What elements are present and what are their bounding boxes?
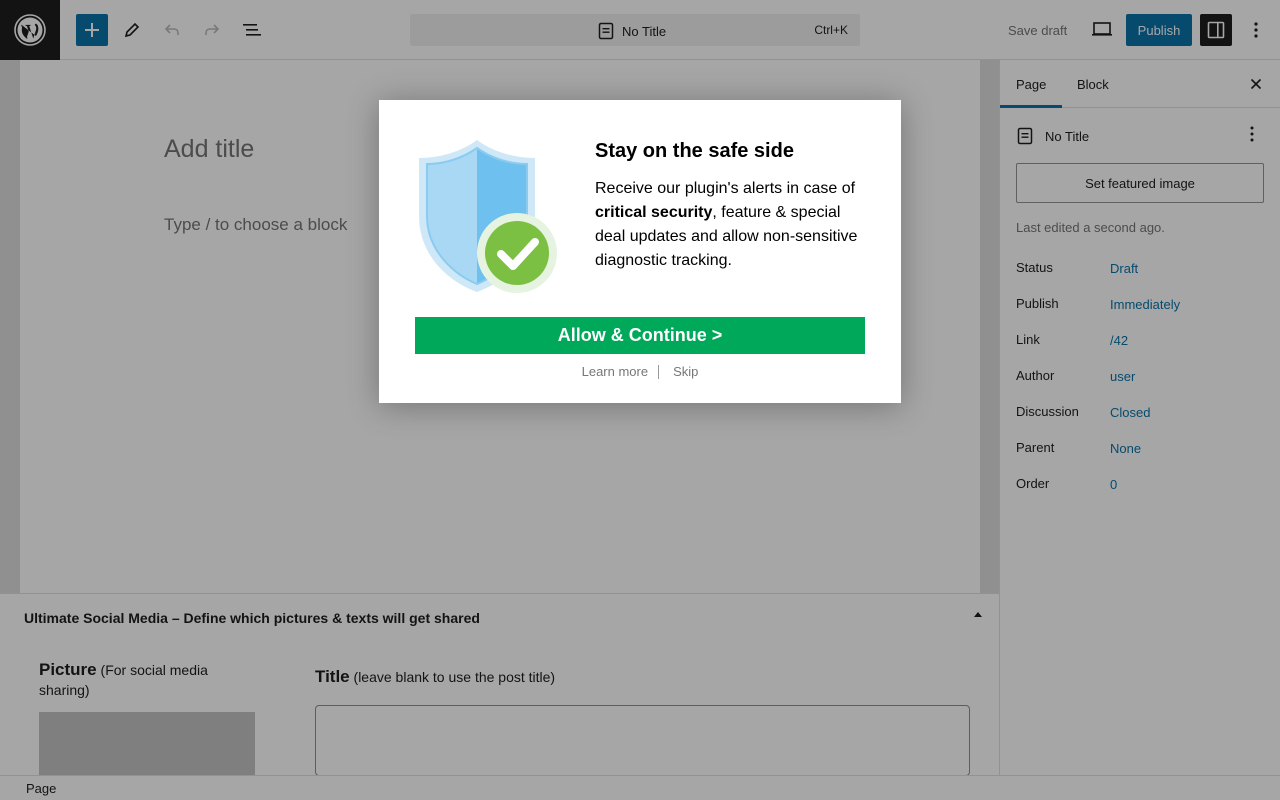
modal-heading: Stay on the safe side bbox=[595, 140, 794, 162]
opt-in-modal: Stay on the safe side Receive our plugin… bbox=[379, 100, 901, 403]
allow-continue-button[interactable]: Allow & Continue > bbox=[415, 317, 865, 354]
modal-body-text: Receive our plugin's alerts in case of c… bbox=[595, 177, 875, 273]
modal-body-part: Receive our plugin's alerts in case of bbox=[595, 180, 856, 197]
security-shield-icon bbox=[419, 140, 557, 293]
learn-more-link[interactable]: Learn more bbox=[582, 364, 648, 379]
skip-link[interactable]: Skip bbox=[673, 364, 698, 379]
modal-links: Learn more Skip bbox=[379, 364, 901, 379]
link-divider bbox=[658, 364, 660, 379]
modal-body-bold: critical security bbox=[595, 204, 713, 221]
